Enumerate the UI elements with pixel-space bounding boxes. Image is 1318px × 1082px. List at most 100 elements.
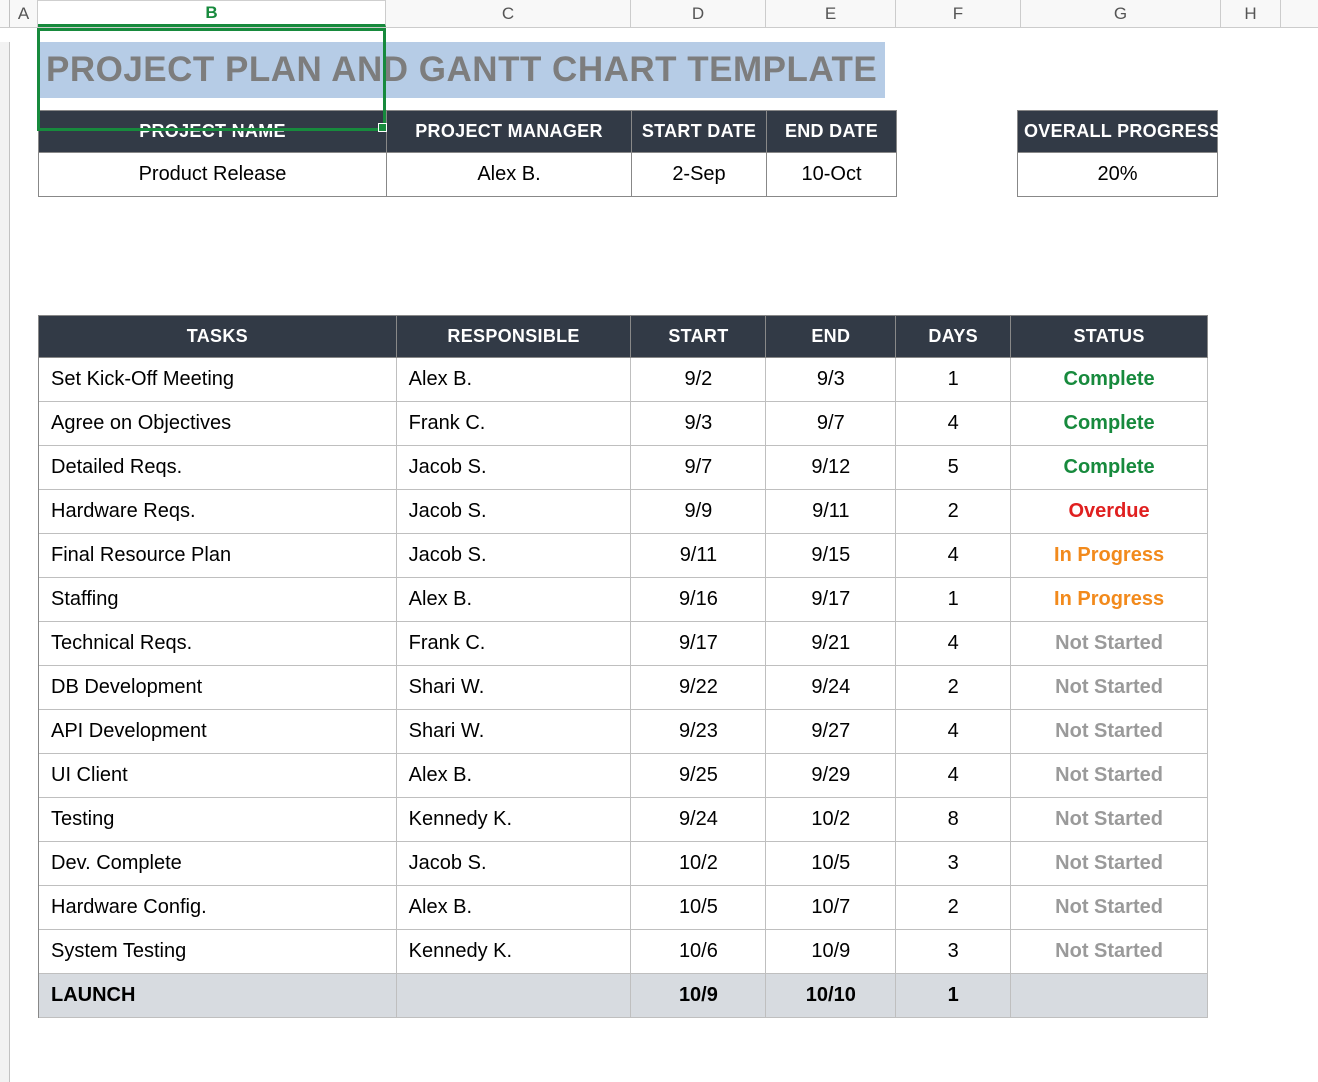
task-cell-responsible[interactable]: Kennedy K.: [397, 798, 632, 842]
task-cell-days[interactable]: 1: [896, 974, 1011, 1018]
summary-value-end-date[interactable]: 10-Oct: [767, 153, 896, 197]
task-header-start[interactable]: START: [631, 316, 766, 358]
page-title[interactable]: PROJECT PLAN AND GANTT CHART TEMPLATE: [38, 42, 885, 98]
task-cell-days[interactable]: 3: [896, 842, 1011, 886]
task-cell-status[interactable]: Not Started: [1011, 842, 1208, 886]
task-cell-start[interactable]: 9/7: [631, 446, 766, 490]
task-cell-responsible[interactable]: Jacob S.: [397, 842, 632, 886]
task-cell-start[interactable]: 9/17: [631, 622, 766, 666]
task-cell-task[interactable]: Hardware Config.: [39, 886, 397, 930]
task-header-end[interactable]: END: [766, 316, 896, 358]
summary-value-overall-progress[interactable]: 20%: [1018, 153, 1217, 197]
task-cell-task[interactable]: Testing: [39, 798, 397, 842]
task-cell-responsible[interactable]: [397, 974, 632, 1018]
task-cell-status[interactable]: Not Started: [1011, 798, 1208, 842]
task-cell-start[interactable]: 9/2: [631, 358, 766, 402]
task-header-days[interactable]: DAYS: [896, 316, 1011, 358]
summary-value-project-manager[interactable]: Alex B.: [387, 153, 631, 197]
task-cell-end[interactable]: 9/15: [766, 534, 896, 578]
task-cell-responsible[interactable]: Shari W.: [397, 666, 632, 710]
task-cell-end[interactable]: 10/7: [766, 886, 896, 930]
task-cell-days[interactable]: 8: [896, 798, 1011, 842]
task-cell-start[interactable]: 9/3: [631, 402, 766, 446]
task-cell-end[interactable]: 10/10: [766, 974, 896, 1018]
summary-header-project-name[interactable]: PROJECT NAME: [39, 111, 386, 153]
task-cell-status[interactable]: Not Started: [1011, 666, 1208, 710]
task-cell-status[interactable]: Not Started: [1011, 710, 1208, 754]
task-cell-days[interactable]: 1: [896, 578, 1011, 622]
task-header-responsible[interactable]: RESPONSIBLE: [397, 316, 632, 358]
task-cell-task[interactable]: Staffing: [39, 578, 397, 622]
task-cell-responsible[interactable]: Shari W.: [397, 710, 632, 754]
col-header-b[interactable]: B: [38, 0, 386, 27]
task-cell-start[interactable]: 9/23: [631, 710, 766, 754]
task-cell-days[interactable]: 2: [896, 666, 1011, 710]
col-header-a[interactable]: A: [10, 0, 38, 27]
task-cell-start[interactable]: 9/22: [631, 666, 766, 710]
task-cell-end[interactable]: 9/12: [766, 446, 896, 490]
task-cell-days[interactable]: 4: [896, 402, 1011, 446]
task-cell-task[interactable]: Agree on Objectives: [39, 402, 397, 446]
task-cell-status[interactable]: [1011, 974, 1208, 1018]
task-cell-responsible[interactable]: Alex B.: [397, 754, 632, 798]
task-cell-responsible[interactable]: Alex B.: [397, 358, 632, 402]
task-cell-start[interactable]: 10/6: [631, 930, 766, 974]
task-cell-days[interactable]: 1: [896, 358, 1011, 402]
task-cell-responsible[interactable]: Kennedy K.: [397, 930, 632, 974]
summary-header-end-date[interactable]: END DATE: [767, 111, 896, 153]
task-cell-days[interactable]: 4: [896, 534, 1011, 578]
task-cell-status[interactable]: In Progress: [1011, 578, 1208, 622]
task-cell-status[interactable]: Not Started: [1011, 930, 1208, 974]
task-cell-start[interactable]: 9/24: [631, 798, 766, 842]
task-cell-end[interactable]: 10/5: [766, 842, 896, 886]
task-cell-end[interactable]: 9/24: [766, 666, 896, 710]
task-cell-task[interactable]: Dev. Complete: [39, 842, 397, 886]
task-header-tasks[interactable]: TASKS: [39, 316, 397, 358]
col-header-f[interactable]: F: [896, 0, 1021, 27]
task-cell-responsible[interactable]: Jacob S.: [397, 534, 632, 578]
task-cell-status[interactable]: Complete: [1011, 358, 1208, 402]
task-cell-task[interactable]: Technical Reqs.: [39, 622, 397, 666]
task-cell-status[interactable]: Not Started: [1011, 886, 1208, 930]
task-cell-responsible[interactable]: Alex B.: [397, 886, 632, 930]
task-cell-task[interactable]: UI Client: [39, 754, 397, 798]
task-cell-start[interactable]: 9/25: [631, 754, 766, 798]
task-cell-days[interactable]: 4: [896, 710, 1011, 754]
task-cell-status[interactable]: Not Started: [1011, 622, 1208, 666]
task-cell-status[interactable]: In Progress: [1011, 534, 1208, 578]
task-cell-responsible[interactable]: Frank C.: [397, 402, 632, 446]
task-cell-end[interactable]: 9/21: [766, 622, 896, 666]
task-cell-status[interactable]: Complete: [1011, 446, 1208, 490]
summary-header-start-date[interactable]: START DATE: [632, 111, 766, 153]
task-cell-days[interactable]: 2: [896, 886, 1011, 930]
task-header-status[interactable]: STATUS: [1011, 316, 1208, 358]
col-header-h[interactable]: H: [1221, 0, 1281, 27]
task-cell-task[interactable]: Set Kick-Off Meeting: [39, 358, 397, 402]
task-cell-task[interactable]: DB Development: [39, 666, 397, 710]
task-cell-status[interactable]: Overdue: [1011, 490, 1208, 534]
task-cell-end[interactable]: 10/9: [766, 930, 896, 974]
task-cell-days[interactable]: 3: [896, 930, 1011, 974]
task-cell-responsible[interactable]: Frank C.: [397, 622, 632, 666]
task-cell-task[interactable]: Final Resource Plan: [39, 534, 397, 578]
task-cell-status[interactable]: Complete: [1011, 402, 1208, 446]
summary-value-project-name[interactable]: Product Release: [39, 153, 386, 197]
task-cell-end[interactable]: 9/29: [766, 754, 896, 798]
col-header-g[interactable]: G: [1021, 0, 1221, 27]
task-cell-days[interactable]: 4: [896, 754, 1011, 798]
summary-header-overall-progress[interactable]: OVERALL PROGRESS: [1018, 111, 1217, 153]
task-cell-task[interactable]: API Development: [39, 710, 397, 754]
task-cell-start[interactable]: 10/9: [631, 974, 766, 1018]
col-header-c[interactable]: C: [386, 0, 631, 27]
task-cell-days[interactable]: 2: [896, 490, 1011, 534]
task-cell-task[interactable]: Detailed Reqs.: [39, 446, 397, 490]
summary-value-start-date[interactable]: 2-Sep: [632, 153, 766, 197]
col-header-d[interactable]: D: [631, 0, 766, 27]
task-cell-end[interactable]: 9/17: [766, 578, 896, 622]
task-cell-start[interactable]: 9/9: [631, 490, 766, 534]
task-cell-responsible[interactable]: Jacob S.: [397, 446, 632, 490]
task-cell-end[interactable]: 9/7: [766, 402, 896, 446]
task-cell-days[interactable]: 4: [896, 622, 1011, 666]
task-cell-start[interactable]: 10/2: [631, 842, 766, 886]
task-cell-responsible[interactable]: Alex B.: [397, 578, 632, 622]
